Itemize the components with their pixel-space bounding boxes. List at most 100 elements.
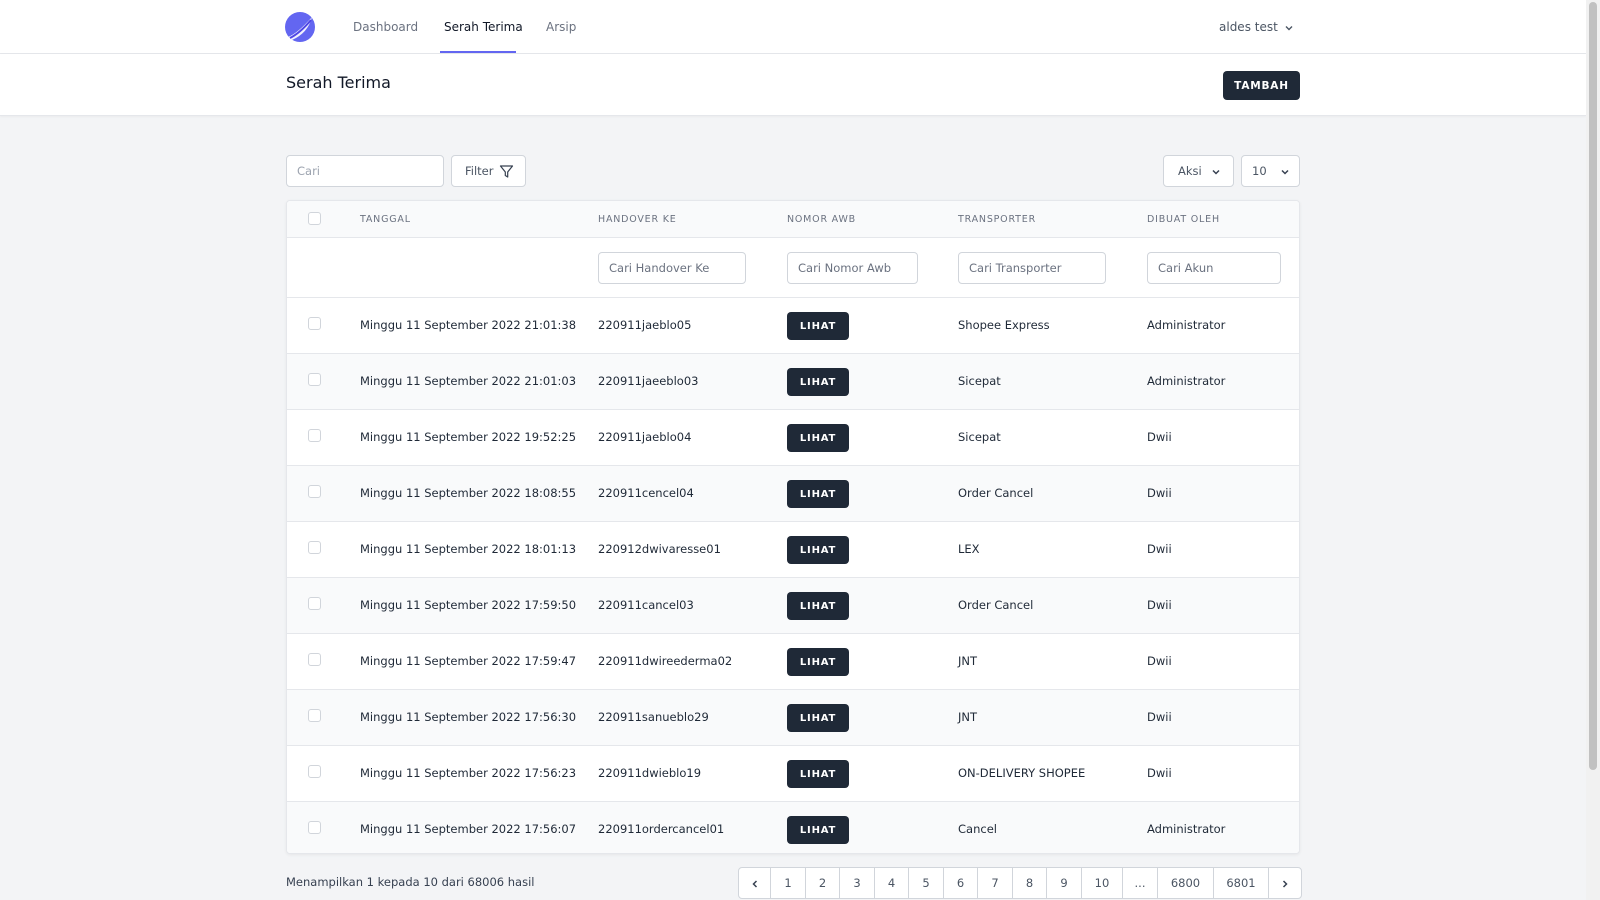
prev-page-button[interactable] [739, 868, 771, 898]
row-checkbox[interactable] [308, 485, 321, 498]
cell-handover: 220911sanueblo29 [598, 710, 709, 724]
cell-transporter: Order Cancel [958, 598, 1034, 612]
cell-transporter: JNT [958, 710, 978, 724]
page-button-8[interactable]: 8 [1013, 868, 1047, 898]
brand-logo-icon[interactable] [284, 11, 316, 43]
page-button-6800[interactable]: 6800 [1158, 868, 1214, 898]
cell-tanggal: Minggu 11 September 2022 19:52:25 [360, 430, 577, 444]
per-page-value: 10 [1252, 164, 1267, 178]
column-header-dibuat-oleh[interactable]: DIBUAT OLEH [1147, 214, 1220, 225]
handover-filter-input[interactable] [598, 252, 746, 284]
cell-tanggal: Minggu 11 September 2022 18:01:13 [360, 542, 577, 556]
column-header-handover-ke[interactable]: HANDOVER KE [598, 214, 677, 225]
view-awb-button[interactable]: LIHAT [787, 760, 849, 788]
filter-label: Filter [465, 164, 494, 178]
page-button-6[interactable]: 6 [944, 868, 978, 898]
view-awb-button[interactable]: LIHAT [787, 816, 849, 844]
column-header-nomor-awb[interactable]: NOMOR AWB [787, 214, 856, 225]
cell-transporter: Shopee Express [958, 318, 1050, 332]
table-row: Minggu 11 September 2022 17:56:23 220911… [287, 746, 1299, 802]
table-row: Minggu 11 September 2022 17:56:07 220911… [287, 802, 1299, 853]
cell-tanggal: Minggu 11 September 2022 17:56:23 [360, 766, 577, 780]
page-button-9[interactable]: 9 [1047, 868, 1082, 898]
nav-link-dashboard[interactable]: Dashboard [353, 0, 418, 54]
row-checkbox[interactable] [308, 541, 321, 554]
nav-link-arsip[interactable]: Arsip [546, 0, 576, 54]
table-row: Minggu 11 September 2022 21:01:38 220911… [287, 298, 1299, 354]
table-header: TANGGAL HANDOVER KE NOMOR AWB TRANSPORTE… [287, 201, 1299, 238]
page-header: Serah Terima TAMBAH [0, 54, 1586, 116]
filter-button[interactable]: Filter [451, 155, 526, 187]
cell-tanggal: Minggu 11 September 2022 18:08:55 [360, 486, 577, 500]
column-header-tanggal[interactable]: TANGGAL [360, 214, 411, 225]
cell-handover: 220911jaeeblo03 [598, 374, 699, 388]
page-ellipsis: ... [1123, 868, 1158, 898]
cell-transporter: Sicepat [958, 374, 1001, 388]
row-checkbox[interactable] [308, 709, 321, 722]
cell-dibuat-oleh: Administrator [1147, 822, 1226, 836]
table-row: Minggu 11 September 2022 21:01:03 220911… [287, 354, 1299, 410]
row-checkbox[interactable] [308, 821, 321, 834]
page-button-2[interactable]: 2 [806, 868, 840, 898]
user-menu[interactable]: aldes test [1219, 0, 1294, 54]
row-checkbox[interactable] [308, 373, 321, 386]
search-input[interactable] [286, 155, 444, 187]
actions-label: Aksi [1178, 164, 1202, 178]
chevron-left-icon [751, 879, 757, 888]
page-button-10[interactable]: 10 [1082, 868, 1123, 898]
actions-dropdown[interactable]: Aksi [1163, 155, 1234, 187]
view-awb-button[interactable]: LIHAT [787, 312, 849, 340]
cell-dibuat-oleh: Administrator [1147, 318, 1226, 332]
scrollbar-thumb[interactable] [1589, 2, 1597, 770]
cell-transporter: JNT [958, 654, 978, 668]
row-checkbox[interactable] [308, 765, 321, 778]
view-awb-button[interactable]: LIHAT [787, 592, 849, 620]
page-button-5[interactable]: 5 [909, 868, 944, 898]
cell-dibuat-oleh: Dwii [1147, 654, 1172, 668]
view-awb-button[interactable]: LIHAT [787, 704, 849, 732]
add-button[interactable]: TAMBAH [1223, 71, 1300, 100]
cell-dibuat-oleh: Dwii [1147, 430, 1172, 444]
view-awb-button[interactable]: LIHAT [787, 368, 849, 396]
per-page-select[interactable]: 10 [1241, 155, 1300, 187]
select-all-checkbox[interactable] [308, 212, 321, 225]
row-checkbox[interactable] [308, 597, 321, 610]
page-button-7[interactable]: 7 [978, 868, 1013, 898]
results-summary: Menampilkan 1 kepada 10 dari 68006 hasil [286, 875, 535, 889]
view-awb-button[interactable]: LIHAT [787, 536, 849, 564]
view-awb-button[interactable]: LIHAT [787, 480, 849, 508]
nav-link-serah-terima[interactable]: Serah Terima [444, 0, 523, 54]
table-row: Minggu 11 September 2022 17:56:30 220911… [287, 690, 1299, 746]
table-row: Minggu 11 September 2022 19:52:25 220911… [287, 410, 1299, 466]
page-button-4[interactable]: 4 [875, 868, 909, 898]
column-header-transporter[interactable]: TRANSPORTER [958, 214, 1036, 225]
page-button-6801[interactable]: 6801 [1214, 868, 1269, 898]
top-navbar: Dashboard Serah Terima Arsip aldes test [0, 0, 1586, 54]
row-checkbox[interactable] [308, 653, 321, 666]
active-nav-indicator [440, 51, 516, 53]
next-page-button[interactable] [1269, 868, 1301, 898]
cell-tanggal: Minggu 11 September 2022 17:56:07 [360, 822, 577, 836]
cell-tanggal: Minggu 11 September 2022 17:59:47 [360, 654, 577, 668]
table-row: Minggu 11 September 2022 18:01:13 220912… [287, 522, 1299, 578]
awb-filter-input[interactable] [787, 252, 918, 284]
cell-transporter: Sicepat [958, 430, 1001, 444]
cell-handover: 220911jaeblo04 [598, 430, 692, 444]
transporter-filter-input[interactable] [958, 252, 1106, 284]
page-button-1[interactable]: 1 [771, 868, 806, 898]
cell-handover: 220911cancel03 [598, 598, 694, 612]
account-filter-input[interactable] [1147, 252, 1281, 284]
row-checkbox[interactable] [308, 317, 321, 330]
cell-handover: 220911dwieblo19 [598, 766, 702, 780]
cell-tanggal: Minggu 11 September 2022 21:01:03 [360, 374, 577, 388]
view-awb-button[interactable]: LIHAT [787, 424, 849, 452]
chevron-down-icon [1281, 169, 1289, 175]
table-row: Minggu 11 September 2022 18:08:55 220911… [287, 466, 1299, 522]
cell-tanggal: Minggu 11 September 2022 17:56:30 [360, 710, 577, 724]
cell-transporter: Order Cancel [958, 486, 1034, 500]
cell-handover: 220911jaeblo05 [598, 318, 692, 332]
row-checkbox[interactable] [308, 429, 321, 442]
view-awb-button[interactable]: LIHAT [787, 648, 849, 676]
cell-transporter: ON-DELIVERY SHOPEE [958, 766, 1086, 780]
page-button-3[interactable]: 3 [840, 868, 875, 898]
